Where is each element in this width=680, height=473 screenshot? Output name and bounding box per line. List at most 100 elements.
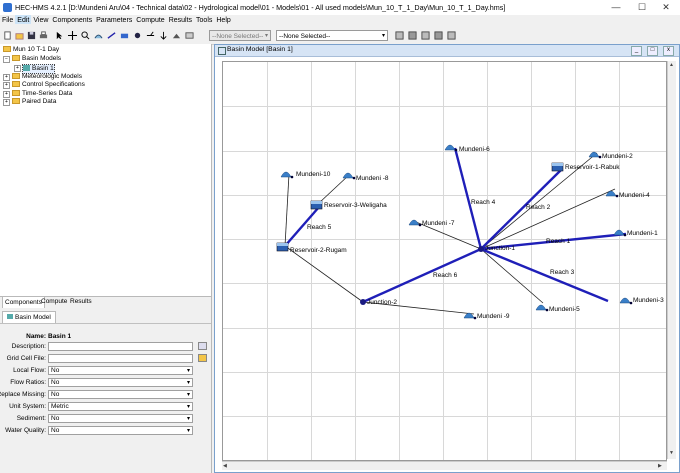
expand-icon[interactable]: + (3, 74, 10, 81)
menu-edit[interactable]: Edit (15, 15, 32, 24)
chevron-down-icon: ▾ (186, 368, 190, 374)
label-reach-6: Reach 6 (433, 272, 458, 279)
basin-map-canvas[interactable]: Mundeni-10 Mundeni -8 Mundeni-6 Mundeni-… (222, 61, 667, 461)
junction-tool-icon[interactable] (133, 31, 142, 40)
basin-window-titlebar[interactable]: Basin Model [Basin 1] _ □ x (215, 45, 679, 57)
reservoir-weligaha-icon[interactable] (310, 200, 323, 210)
chevron-down-icon: ▾ (186, 428, 190, 434)
reservoir-rugam-icon[interactable] (276, 242, 289, 252)
pan-icon[interactable] (68, 31, 77, 40)
label-junction-1: Junction-1 (485, 245, 515, 252)
vertical-scrollbar[interactable]: ▲ ▼ (667, 61, 676, 459)
minimize-button[interactable]: — (606, 1, 626, 13)
menu-tools[interactable]: Tools (194, 15, 214, 24)
expand-icon[interactable]: + (14, 65, 21, 72)
expand-icon[interactable]: + (3, 91, 10, 98)
unit-system-select[interactable]: Metric ▾ (48, 402, 193, 411)
reservoir-tool-icon[interactable] (120, 31, 129, 40)
junction-1-icon[interactable] (478, 246, 484, 252)
expand-icon[interactable]: + (3, 82, 10, 89)
source-tool-icon[interactable] (159, 31, 168, 40)
graph-icon[interactable] (408, 31, 417, 40)
replace-missing-select[interactable]: No ▾ (48, 390, 193, 399)
subbasin-mundeni5-icon[interactable] (535, 304, 549, 312)
folder-icon (12, 55, 20, 62)
tree-paired-data[interactable]: Paired Data (12, 98, 56, 106)
print-icon[interactable] (39, 31, 48, 40)
basin-model-icon (23, 65, 30, 72)
summary-table-icon[interactable] (421, 31, 430, 40)
subbasin-mundeni2-icon[interactable] (588, 151, 602, 159)
scroll-down-icon[interactable]: ▼ (669, 450, 674, 456)
horizontal-scrollbar[interactable]: ◀ ▶ (222, 461, 667, 470)
basin-window-minimize[interactable]: _ (631, 46, 642, 56)
scroll-up-icon[interactable]: ▲ (669, 62, 674, 68)
tab-compute[interactable]: Compute (41, 298, 67, 305)
label-mundeni9: Mundeni -9 (477, 313, 510, 320)
name-label: Name: (26, 333, 46, 340)
local-flow-label: Local Flow: (13, 367, 46, 374)
time-series-table-icon[interactable] (434, 31, 443, 40)
sediment-select[interactable]: No ▾ (48, 414, 193, 423)
zoom-icon[interactable] (81, 31, 90, 40)
tree-project[interactable]: Mun 10 T-1 Day (3, 46, 59, 54)
menu-view[interactable]: View (31, 15, 50, 24)
local-flow-select[interactable]: No ▾ (48, 366, 193, 375)
label-mundeni3: Mundeni-3 (633, 297, 664, 304)
tab-results[interactable]: Results (70, 298, 92, 305)
run-selector[interactable]: --None Selected-- ▾ (209, 30, 271, 41)
junction-2-icon[interactable] (360, 299, 366, 305)
basin-window-maximize[interactable]: □ (647, 46, 658, 56)
menu-results[interactable]: Results (167, 15, 194, 24)
scroll-right-icon[interactable]: ▶ (658, 463, 662, 469)
menu-file[interactable]: File (0, 15, 15, 24)
browse-folder-icon[interactable] (198, 354, 207, 362)
reservoir-rabuk-icon[interactable] (551, 162, 564, 172)
arrow-select-icon[interactable] (55, 31, 64, 40)
menu-compute[interactable]: Compute (134, 15, 166, 24)
reach-6[interactable] (362, 247, 482, 304)
tree-control-specs[interactable]: Control Specifications (12, 81, 85, 89)
expand-icon[interactable]: + (3, 99, 10, 106)
subbasin-mundeni3-icon[interactable] (619, 297, 633, 305)
tree-basin-models[interactable]: Basin Models (12, 55, 61, 63)
close-button[interactable]: ✕ (656, 1, 676, 13)
tree-met-models[interactable]: Meteorologic Models (12, 73, 82, 81)
compute-icon[interactable] (185, 31, 194, 40)
reach-3[interactable] (480, 247, 609, 303)
water-quality-select[interactable]: No ▾ (48, 426, 193, 435)
sink-tool-icon[interactable] (172, 31, 181, 40)
menu-parameters[interactable]: Parameters (94, 15, 134, 24)
description-edit-icon[interactable] (198, 342, 207, 350)
tab-components[interactable]: Components (2, 296, 45, 308)
subbasin-tool-icon[interactable] (94, 31, 103, 40)
menu-help[interactable]: Help (214, 15, 232, 24)
element-selector[interactable]: --None Selected-- ▾ (276, 30, 388, 41)
label-reach-4: Reach 4 (471, 199, 496, 206)
basin-window-icon (218, 47, 226, 55)
label-reach-3: Reach 3 (550, 269, 575, 276)
reach-tool-icon[interactable] (107, 31, 116, 40)
flow-ratios-select[interactable]: No ▾ (48, 378, 193, 387)
maximize-button[interactable]: ☐ (632, 1, 652, 13)
results-table-icon[interactable] (447, 31, 456, 40)
collapse-icon[interactable]: − (3, 56, 10, 63)
save-icon[interactable] (27, 31, 36, 40)
global-summary-icon[interactable] (395, 31, 404, 40)
basin-window-close[interactable]: x (663, 46, 674, 56)
new-file-icon[interactable] (3, 31, 12, 40)
grid-cell-file-input[interactable] (48, 354, 193, 363)
label-junction-2: Junction-2 (367, 299, 397, 306)
diversion-tool-icon[interactable] (146, 31, 155, 40)
label-reach-5: Reach 5 (307, 224, 332, 231)
description-input[interactable] (48, 342, 193, 351)
open-folder-icon[interactable] (15, 31, 24, 40)
subbasin-mundeni10-icon[interactable] (280, 171, 294, 179)
label-mundeni8: Mundeni -8 (356, 175, 389, 182)
scroll-left-icon[interactable]: ◀ (223, 463, 227, 469)
chevron-down-icon: ▾ (186, 380, 190, 386)
subbasin-mundeni9-icon[interactable] (463, 312, 477, 320)
tree-time-series[interactable]: Time-Series Data (12, 90, 72, 98)
label-reservoir-rabuk: Reservoir-1-Rabuk (565, 164, 620, 171)
menu-components[interactable]: Components (50, 15, 94, 24)
